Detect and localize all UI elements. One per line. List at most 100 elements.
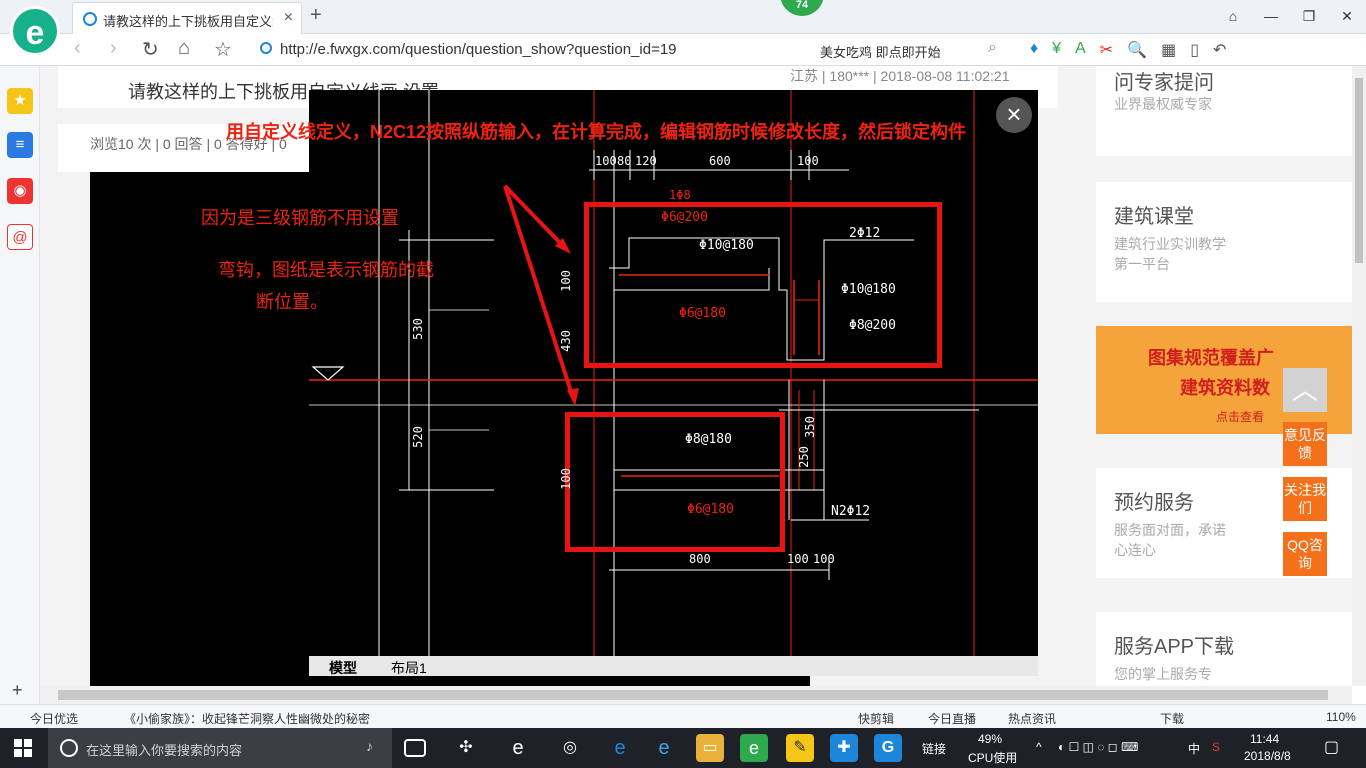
- edge-icon[interactable]: e: [606, 734, 634, 762]
- highlight-box-lower: [565, 412, 785, 552]
- address-bar[interactable]: http://e.fwxgx.com/question/question_sho…: [260, 38, 800, 62]
- notification-icon[interactable]: ▢: [1324, 737, 1339, 757]
- favorites-icon[interactable]: ★: [7, 88, 33, 114]
- cad-drawing: [309, 90, 1038, 656]
- cad-label: Φ8@200: [849, 318, 896, 333]
- scroll-thumb[interactable]: [58, 690, 1328, 700]
- browser-360-icon[interactable]: e: [740, 734, 768, 762]
- browser-tab[interactable]: 请教这样的上下挑板用自定义线画 ×: [72, 2, 302, 34]
- tab-close-icon[interactable]: ×: [284, 9, 293, 27]
- tab-layout1[interactable]: 布局1: [391, 658, 427, 676]
- task-view-icon[interactable]: [404, 739, 426, 757]
- home-button[interactable]: ⌂: [178, 37, 190, 60]
- cad-label: 600: [709, 154, 731, 168]
- zoom-level[interactable]: 110%: [1326, 710, 1356, 724]
- close-window-button[interactable]: ✕: [1328, 0, 1366, 32]
- vertical-scrollbar[interactable]: [1352, 66, 1366, 686]
- ie-icon[interactable]: e: [504, 734, 532, 762]
- cad-label: 430: [558, 330, 573, 352]
- card-app-download[interactable]: 服务APP下载 您的掌上服务专: [1096, 612, 1352, 686]
- card-title: 问专家提问: [1114, 72, 1214, 94]
- tray-expand-icon[interactable]: ^: [1036, 740, 1042, 754]
- download-link[interactable]: 下载: [1160, 710, 1184, 727]
- annotation-left-line3: 断位置。: [256, 292, 328, 312]
- shield-icon[interactable]: ¥: [1052, 40, 1061, 60]
- magnifier-icon[interactable]: 🔍: [1127, 40, 1147, 60]
- follow-us-button[interactable]: 关注我们: [1283, 477, 1327, 521]
- g-app-icon[interactable]: G: [874, 734, 902, 762]
- weibo-icon[interactable]: ◉: [7, 178, 33, 204]
- start-button[interactable]: [14, 739, 32, 757]
- cad-label: 100: [797, 154, 819, 168]
- mail-icon[interactable]: @: [7, 224, 33, 250]
- plus-app-icon[interactable]: ✚: [830, 734, 858, 762]
- browser-tab-bar: 请教这样的上下挑板用自定义线画 × + 74 ⌂ — ❐ ✕: [0, 0, 1366, 34]
- news-ticker[interactable]: 《小偷家族》：收起锋芒洞察人性幽微处的秘密: [124, 710, 370, 727]
- cad-label: 120: [635, 154, 657, 168]
- scroll-thumb[interactable]: [1355, 78, 1363, 263]
- quick-edit-link[interactable]: 快剪辑: [858, 710, 894, 727]
- microphone-icon[interactable]: ♪: [366, 738, 373, 754]
- clock-date[interactable]: 2018/8/8: [1244, 749, 1291, 763]
- fan-app-icon[interactable]: ✣: [452, 734, 480, 762]
- card-building-class[interactable]: 建筑课堂 建筑行业实训教学第一平台: [1096, 182, 1352, 302]
- search-placeholder: 在这里输入你要搜索的内容: [86, 743, 243, 758]
- live-link[interactable]: 今日直播: [928, 710, 976, 727]
- feedback-button[interactable]: 意见反馈: [1283, 422, 1327, 466]
- list-icon[interactable]: ≡: [7, 132, 33, 158]
- ime-indicator[interactable]: 中: [1188, 740, 1200, 757]
- annotation-left-line1: 因为是三级钢筋不用设置: [201, 208, 399, 228]
- apps-icon[interactable]: ▦: [1161, 40, 1176, 60]
- restore-button[interactable]: ❐: [1290, 0, 1328, 32]
- qq-consult-button[interactable]: QQ咨询: [1283, 532, 1327, 576]
- browser-logo[interactable]: e: [10, 6, 60, 56]
- cad-label: 100: [787, 552, 809, 566]
- skin-icon[interactable]: ⌂: [1214, 0, 1252, 32]
- window-controls: ⌂ — ❐ ✕: [1214, 0, 1366, 32]
- taskbar-search[interactable]: 在这里输入你要搜索的内容 ♪: [48, 728, 392, 768]
- cad-label: 100: [558, 468, 573, 490]
- search-icon[interactable]: ⌕: [988, 39, 997, 57]
- cad-label: 1Φ8: [669, 188, 691, 202]
- media-app-icon[interactable]: ◎: [556, 734, 584, 762]
- hot-news-link[interactable]: 热点资讯: [1008, 710, 1056, 727]
- hot-search-text[interactable]: 美女吃鸡 即点即开始: [820, 42, 941, 61]
- new-tab-button[interactable]: +: [310, 4, 322, 27]
- card-subtitle: 服务面对面，承诺心连心: [1114, 522, 1226, 558]
- clock-time[interactable]: 11:44: [1250, 732, 1279, 746]
- today-picks-link[interactable]: 今日优选: [30, 710, 78, 727]
- speed-ball-badge[interactable]: 74: [780, 0, 824, 16]
- annotation-left-line2: 弯钩，图纸是表示钢筋的截: [218, 260, 434, 280]
- plugin-icon[interactable]: ♦: [1030, 40, 1038, 60]
- sogou-icon[interactable]: S: [1212, 740, 1220, 754]
- cpu-label: CPU使用: [968, 751, 1018, 765]
- card-ask-expert[interactable]: 问专家提问 业界最权威专家: [1096, 66, 1352, 156]
- back-to-top-button[interactable]: ︿: [1283, 368, 1327, 412]
- tray-apps-icon[interactable]: ◐ ☐ ◫ ◌ ◻ ⌨: [1058, 740, 1138, 754]
- modal-close-button[interactable]: ×: [996, 97, 1032, 133]
- notes-app-icon[interactable]: ✎: [786, 734, 814, 762]
- card-subtitle: 您的掌上服务专: [1114, 666, 1212, 682]
- file-explorer-icon[interactable]: ▭: [696, 734, 724, 762]
- horizontal-scrollbar[interactable]: [40, 686, 1352, 704]
- cad-label: 350: [802, 416, 817, 438]
- ie-blue-icon[interactable]: e: [650, 734, 678, 762]
- scissors-icon[interactable]: ✂: [1100, 40, 1113, 60]
- cad-label: 250: [796, 446, 811, 468]
- sidebar-add-button[interactable]: +: [12, 680, 23, 701]
- cad-label: Φ8@180: [685, 432, 732, 447]
- reload-button[interactable]: ↻: [142, 37, 159, 62]
- forward-button[interactable]: ›: [110, 37, 117, 60]
- tab-model[interactable]: 模型: [329, 658, 357, 676]
- image-viewer: 100 80 120 600 100 1Φ8 Φ6@200 Φ10@180 2Φ…: [309, 90, 1038, 676]
- cad-label: 2Φ12: [849, 226, 881, 241]
- tray-link-text[interactable]: 链接: [922, 740, 946, 757]
- minimize-button[interactable]: —: [1252, 0, 1290, 32]
- tab-title: 请教这样的上下挑板用自定义线画: [103, 14, 273, 29]
- favorite-button[interactable]: ☆: [214, 37, 232, 62]
- undo-icon[interactable]: ↶: [1213, 40, 1226, 60]
- reader-icon[interactable]: ▯: [1190, 40, 1199, 60]
- cad-layout-tabs: 模型 布局1: [309, 656, 1038, 676]
- back-button[interactable]: ‹: [74, 37, 81, 60]
- translate-icon[interactable]: A: [1075, 40, 1086, 60]
